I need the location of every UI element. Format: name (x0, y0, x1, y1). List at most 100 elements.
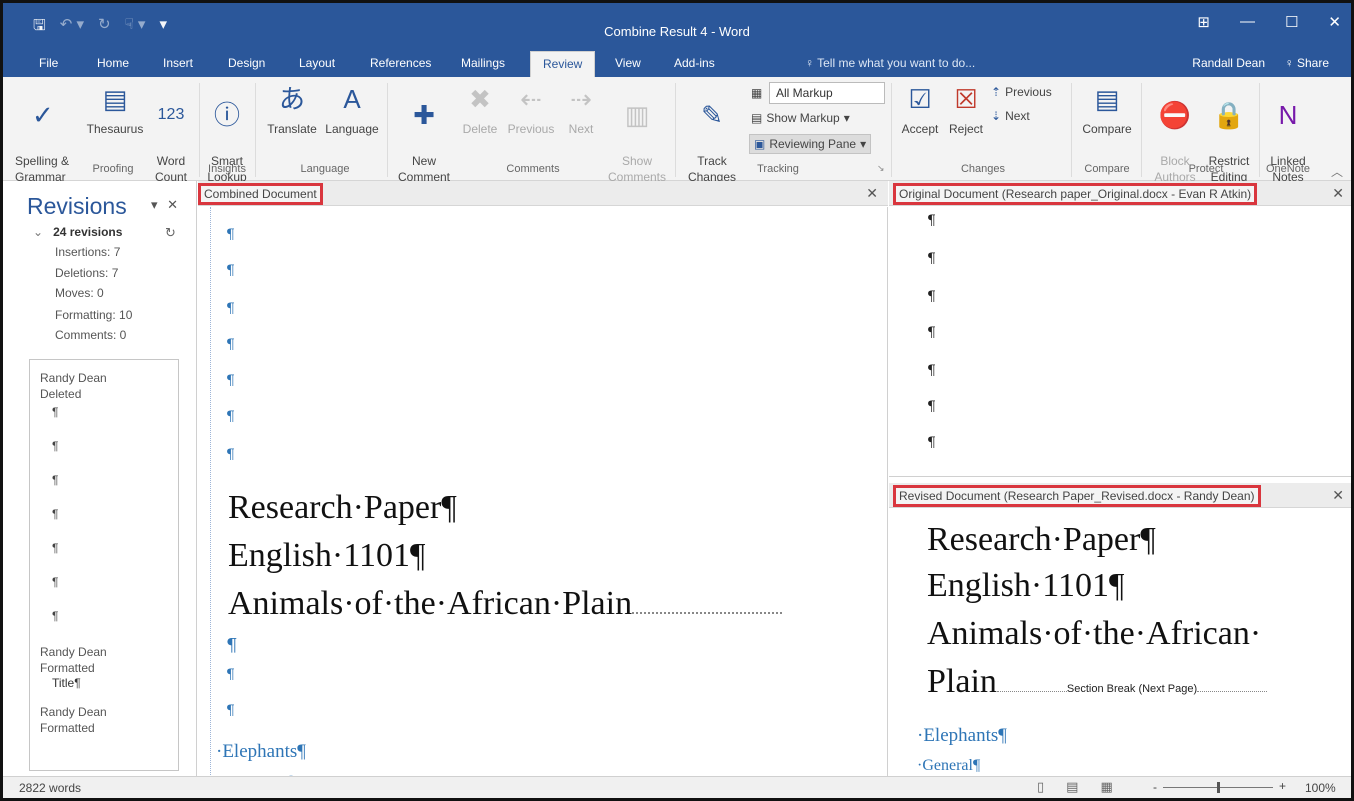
revision-bar (210, 207, 211, 781)
group-divider (199, 83, 200, 177)
zoom-out-button[interactable]: - (1153, 780, 1157, 794)
pane-options-icon[interactable]: ▾ (151, 197, 158, 212)
track-changes-button[interactable]: ✎ Track Changes (681, 81, 743, 185)
new-comment-button[interactable]: ✚ New Comment (393, 81, 455, 185)
revision-item[interactable]: Randy Dean Formatted (40, 704, 168, 736)
spelling-grammar-button[interactable]: ✓ Spelling & Grammar (15, 81, 83, 185)
next-comment-button[interactable]: ⇢ Next (559, 81, 603, 137)
group-language: Language (300, 163, 350, 175)
tab-mailings[interactable]: Mailings (461, 56, 505, 70)
tab-insert[interactable]: Insert (163, 56, 193, 70)
reviewing-pane-icon: ▣ (754, 137, 766, 151)
pilcrow-mark: ¶ (226, 409, 235, 425)
share-button[interactable]: ♀ Share (1285, 56, 1329, 70)
revision-author: Randy Dean (40, 645, 107, 659)
original-document[interactable]: ¶ ¶ ¶ ¶ ¶ ¶ ¶ (889, 207, 1351, 477)
pilcrow-mark: ¶ (52, 439, 59, 453)
close-button[interactable]: ✕ (1328, 13, 1341, 31)
tab-design[interactable]: Design (228, 56, 265, 70)
dialog-launcher-icon[interactable]: ↘ (877, 163, 885, 174)
web-layout-icon[interactable]: ▦ (1100, 779, 1112, 795)
ribbon-display-icon[interactable]: ⊞ (1197, 13, 1210, 31)
revision-count[interactable]: ⌄ 24 revisions (33, 225, 122, 239)
combined-document[interactable]: ¶ ¶ ¶ ¶ ¶ ¶ ¶ Research·Paper¶ English·11… (198, 207, 888, 781)
doc-subject-line: Animals·of·the·African·Plain (228, 585, 783, 623)
tab-file[interactable]: File (39, 56, 58, 70)
markup-icon: ▦ (751, 86, 763, 100)
reviewing-pane-button[interactable]: ▣ Reviewing Pane ▾ (749, 134, 872, 154)
stat-moves: Moves: 0 (55, 286, 104, 300)
word-count[interactable]: 2822 words (19, 781, 81, 795)
close-icon[interactable]: ✕ (1332, 185, 1344, 202)
doc-heading: ·Elephants¶ (917, 725, 1007, 746)
onenote-icon: N (1278, 100, 1298, 130)
pilcrow-mark: ¶ (52, 507, 59, 521)
view-buttons: ▯ ▤ ▦ (1037, 779, 1113, 795)
print-layout-icon[interactable]: ▤ (1066, 779, 1078, 795)
close-icon[interactable]: ✕ (1332, 487, 1344, 504)
revised-document[interactable]: Research·Paper¶ English·1101¶ Animals·of… (889, 509, 1351, 781)
refresh-icon[interactable]: ↻ (165, 225, 176, 241)
doc-heading: ·Elephants¶ (216, 741, 306, 762)
show-comments-button[interactable]: ▥ Show Comments (603, 81, 671, 185)
revision-item[interactable]: Randy Dean Formatted Title¶ (40, 644, 168, 690)
tab-add-ins[interactable]: Add-ins (674, 56, 715, 70)
original-pane-title: Original Document (Research paper_Origin… (893, 183, 1258, 205)
pilcrow-mark: ¶ (226, 635, 238, 656)
accept-button[interactable]: ☑ Accept (895, 81, 945, 137)
doc-heading: ·General¶ (917, 757, 981, 774)
tab-references[interactable]: References (370, 56, 431, 70)
revisions-pane: Revisions ▾ ✕ ⌄ 24 revisions ↻ Insertions… (3, 181, 197, 781)
close-icon[interactable]: ✕ (866, 185, 878, 202)
group-divider (1259, 83, 1260, 177)
revision-item[interactable]: Randy Dean Deleted ¶ ¶ ¶ ¶ ¶ ¶ ¶ (40, 370, 168, 640)
revision-action: Formatted (40, 661, 95, 675)
zoom-slider-thumb[interactable] (1217, 782, 1220, 793)
pilcrow-mark: ¶ (226, 337, 235, 353)
read-mode-icon[interactable]: ▯ (1037, 779, 1044, 795)
previous-change-button[interactable]: ⇡ Previous (991, 85, 1052, 99)
tab-home[interactable]: Home (97, 56, 129, 70)
thesaurus-button[interactable]: ▤ Thesaurus (83, 81, 147, 137)
language-button[interactable]: A Language (321, 81, 383, 137)
pilcrow-mark: ¶ (927, 251, 936, 267)
block-authors-icon: ⛔ (1158, 100, 1192, 130)
doc-course-line: English·1101¶ (927, 567, 1125, 604)
tab-review[interactable]: Review (530, 51, 596, 78)
zoom-level[interactable]: 100% (1305, 781, 1336, 795)
lock-icon: 🔒 (1212, 100, 1246, 130)
combined-pane-header: Combined Document ✕ (198, 181, 888, 206)
group-proofing: Proofing (92, 163, 134, 175)
next-change-button[interactable]: ⇣ Next (991, 109, 1030, 123)
delete-comment-button[interactable]: ✖ Delete (455, 81, 505, 137)
translate-icon: あ (278, 84, 305, 114)
revision-action: Deleted (40, 387, 82, 401)
pilcrow-mark: ¶ (927, 435, 936, 451)
minimize-button[interactable]: — (1240, 13, 1255, 31)
track-changes-icon: ✎ (701, 100, 723, 130)
group-divider (255, 83, 256, 177)
tab-view[interactable]: View (615, 56, 641, 70)
ribbon: ✓ Spelling & Grammar ▤ Thesaurus 123 Wor… (3, 77, 1351, 184)
reject-button[interactable]: ☒ Reject (945, 81, 987, 137)
zoom-in-button[interactable]: + (1279, 779, 1286, 793)
user-name[interactable]: Randall Dean (1192, 56, 1265, 70)
pilcrow-mark: ¶ (226, 373, 235, 389)
show-comments-icon: ▥ (624, 100, 650, 130)
word-count-button[interactable]: 123 Word Count (149, 81, 193, 185)
group-divider (387, 83, 388, 177)
close-pane-icon[interactable]: ✕ (167, 197, 178, 212)
translate-button[interactable]: あ Translate (261, 81, 323, 137)
tell-me-search[interactable]: ♀ Tell me what you want to do... (805, 56, 975, 70)
show-markup-button[interactable]: ▤ Show Markup ▾ (751, 111, 850, 125)
show-markup-icon: ▤ (751, 111, 763, 125)
collapse-ribbon-icon[interactable]: ︿ (1331, 163, 1343, 180)
display-for-review-dropdown[interactable]: All Markup (769, 82, 885, 104)
previous-comment-button[interactable]: ⇠ Previous (503, 81, 559, 137)
group-onenote: OneNote (1265, 163, 1311, 175)
tab-layout[interactable]: Layout (299, 56, 335, 70)
revision-list[interactable]: Randy Dean Deleted ¶ ¶ ¶ ¶ ¶ ¶ ¶ Randy D… (29, 359, 179, 771)
window-title: Combine Result 4 - Word (604, 24, 750, 39)
compare-button[interactable]: ▤ Compare (1077, 81, 1137, 137)
maximize-button[interactable]: ☐ (1285, 13, 1298, 31)
